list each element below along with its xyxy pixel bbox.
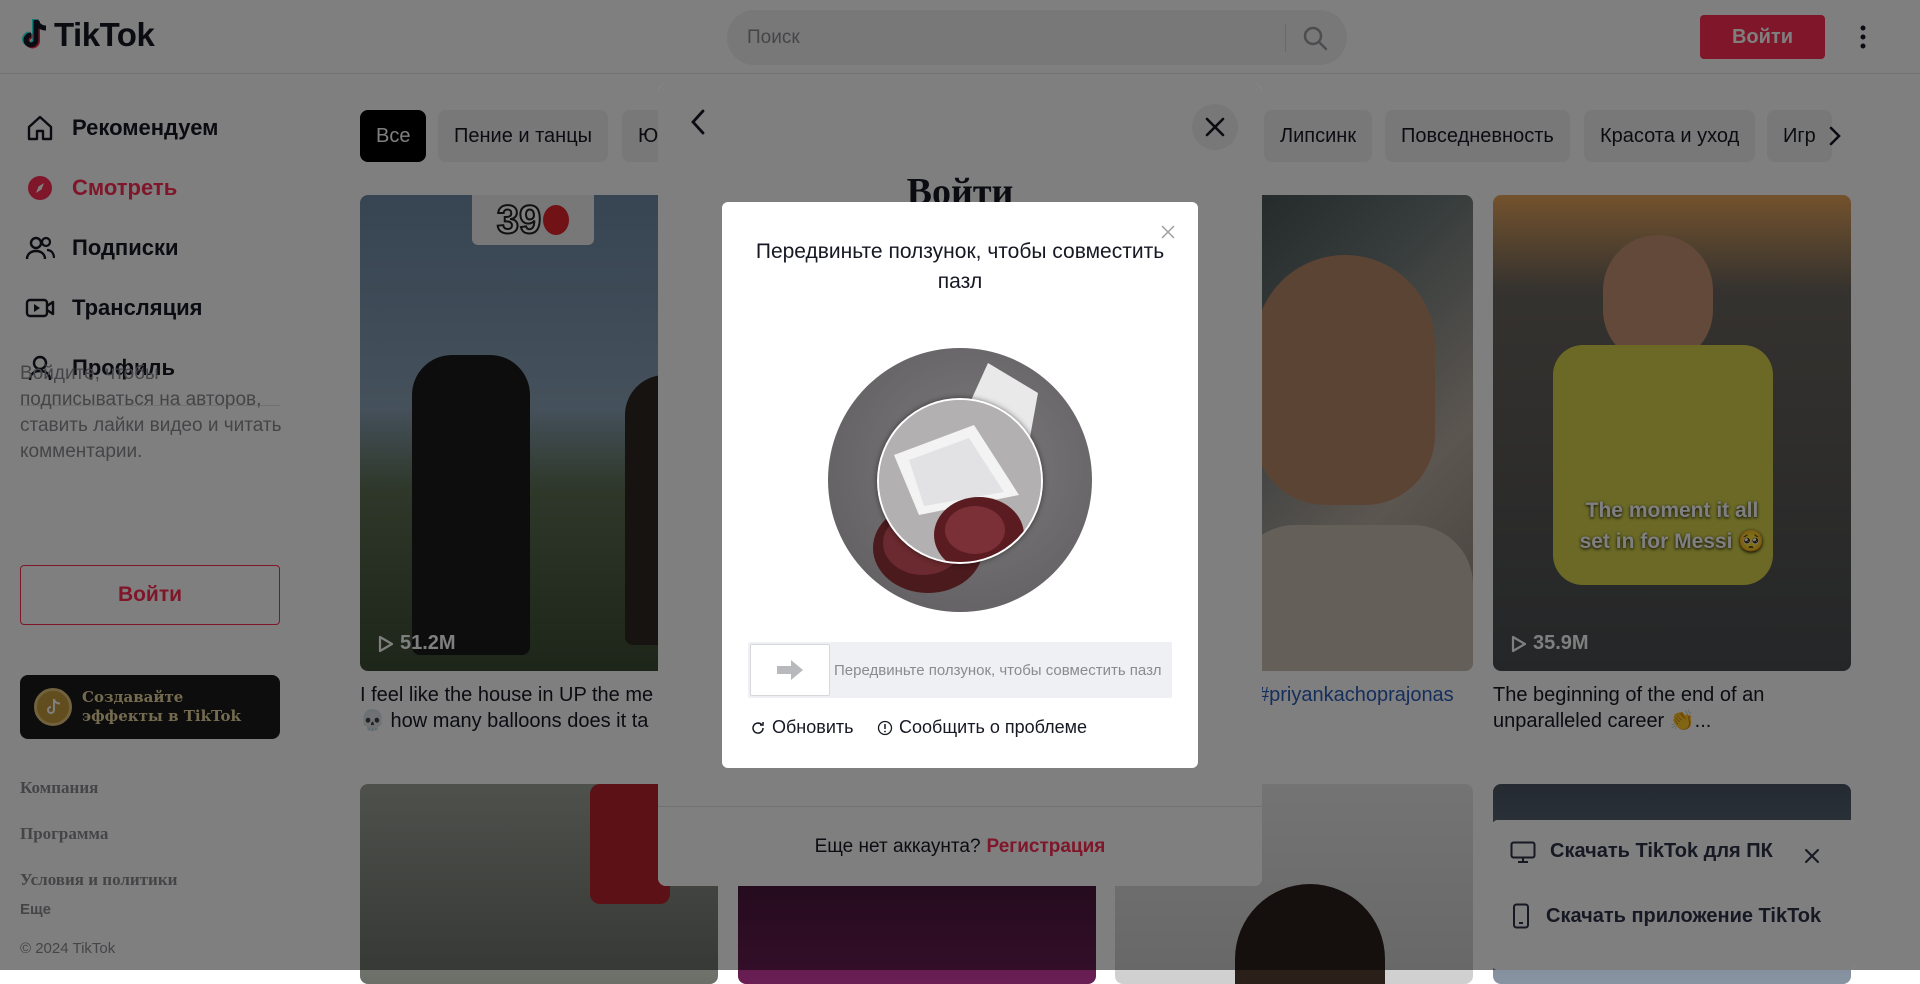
report-problem-button[interactable]: Сообщить о проблеме bbox=[877, 717, 1087, 738]
captcha-slider-handle[interactable] bbox=[750, 644, 830, 696]
monitor-icon bbox=[1510, 841, 1536, 863]
refresh-button[interactable]: Обновить bbox=[750, 717, 854, 738]
refresh-label: Обновить bbox=[772, 717, 854, 737]
download-popup: Скачать TikTok для ПК Скачать приложение… bbox=[1492, 820, 1855, 970]
captcha-slider-track: Передвиньте ползунок, чтобы совместить п… bbox=[748, 642, 1172, 698]
info-icon bbox=[877, 720, 893, 735]
captcha-dialog: Передвиньте ползунок, чтобы совместить п… bbox=[722, 202, 1198, 768]
download-pc-label: Скачать TikTok для ПК bbox=[1550, 840, 1773, 862]
puzzle-piece bbox=[877, 398, 1043, 564]
slider-hint: Передвиньте ползунок, чтобы совместить п… bbox=[834, 661, 1162, 679]
captcha-title: Передвиньте ползунок, чтобы совместить п… bbox=[755, 240, 1165, 293]
download-pc-button[interactable]: Скачать TikTok для ПК bbox=[1510, 840, 1773, 863]
close-icon bbox=[1805, 849, 1819, 863]
download-app-label: Скачать приложение TikTok bbox=[1546, 904, 1822, 927]
report-label: Сообщить о проблеме bbox=[899, 717, 1087, 737]
download-close-button[interactable] bbox=[1798, 842, 1826, 870]
refresh-icon bbox=[752, 721, 764, 734]
phone-icon bbox=[1513, 903, 1529, 929]
arrow-right-icon bbox=[777, 660, 803, 680]
download-app-button[interactable]: Скачать приложение TikTok bbox=[1510, 903, 1821, 929]
